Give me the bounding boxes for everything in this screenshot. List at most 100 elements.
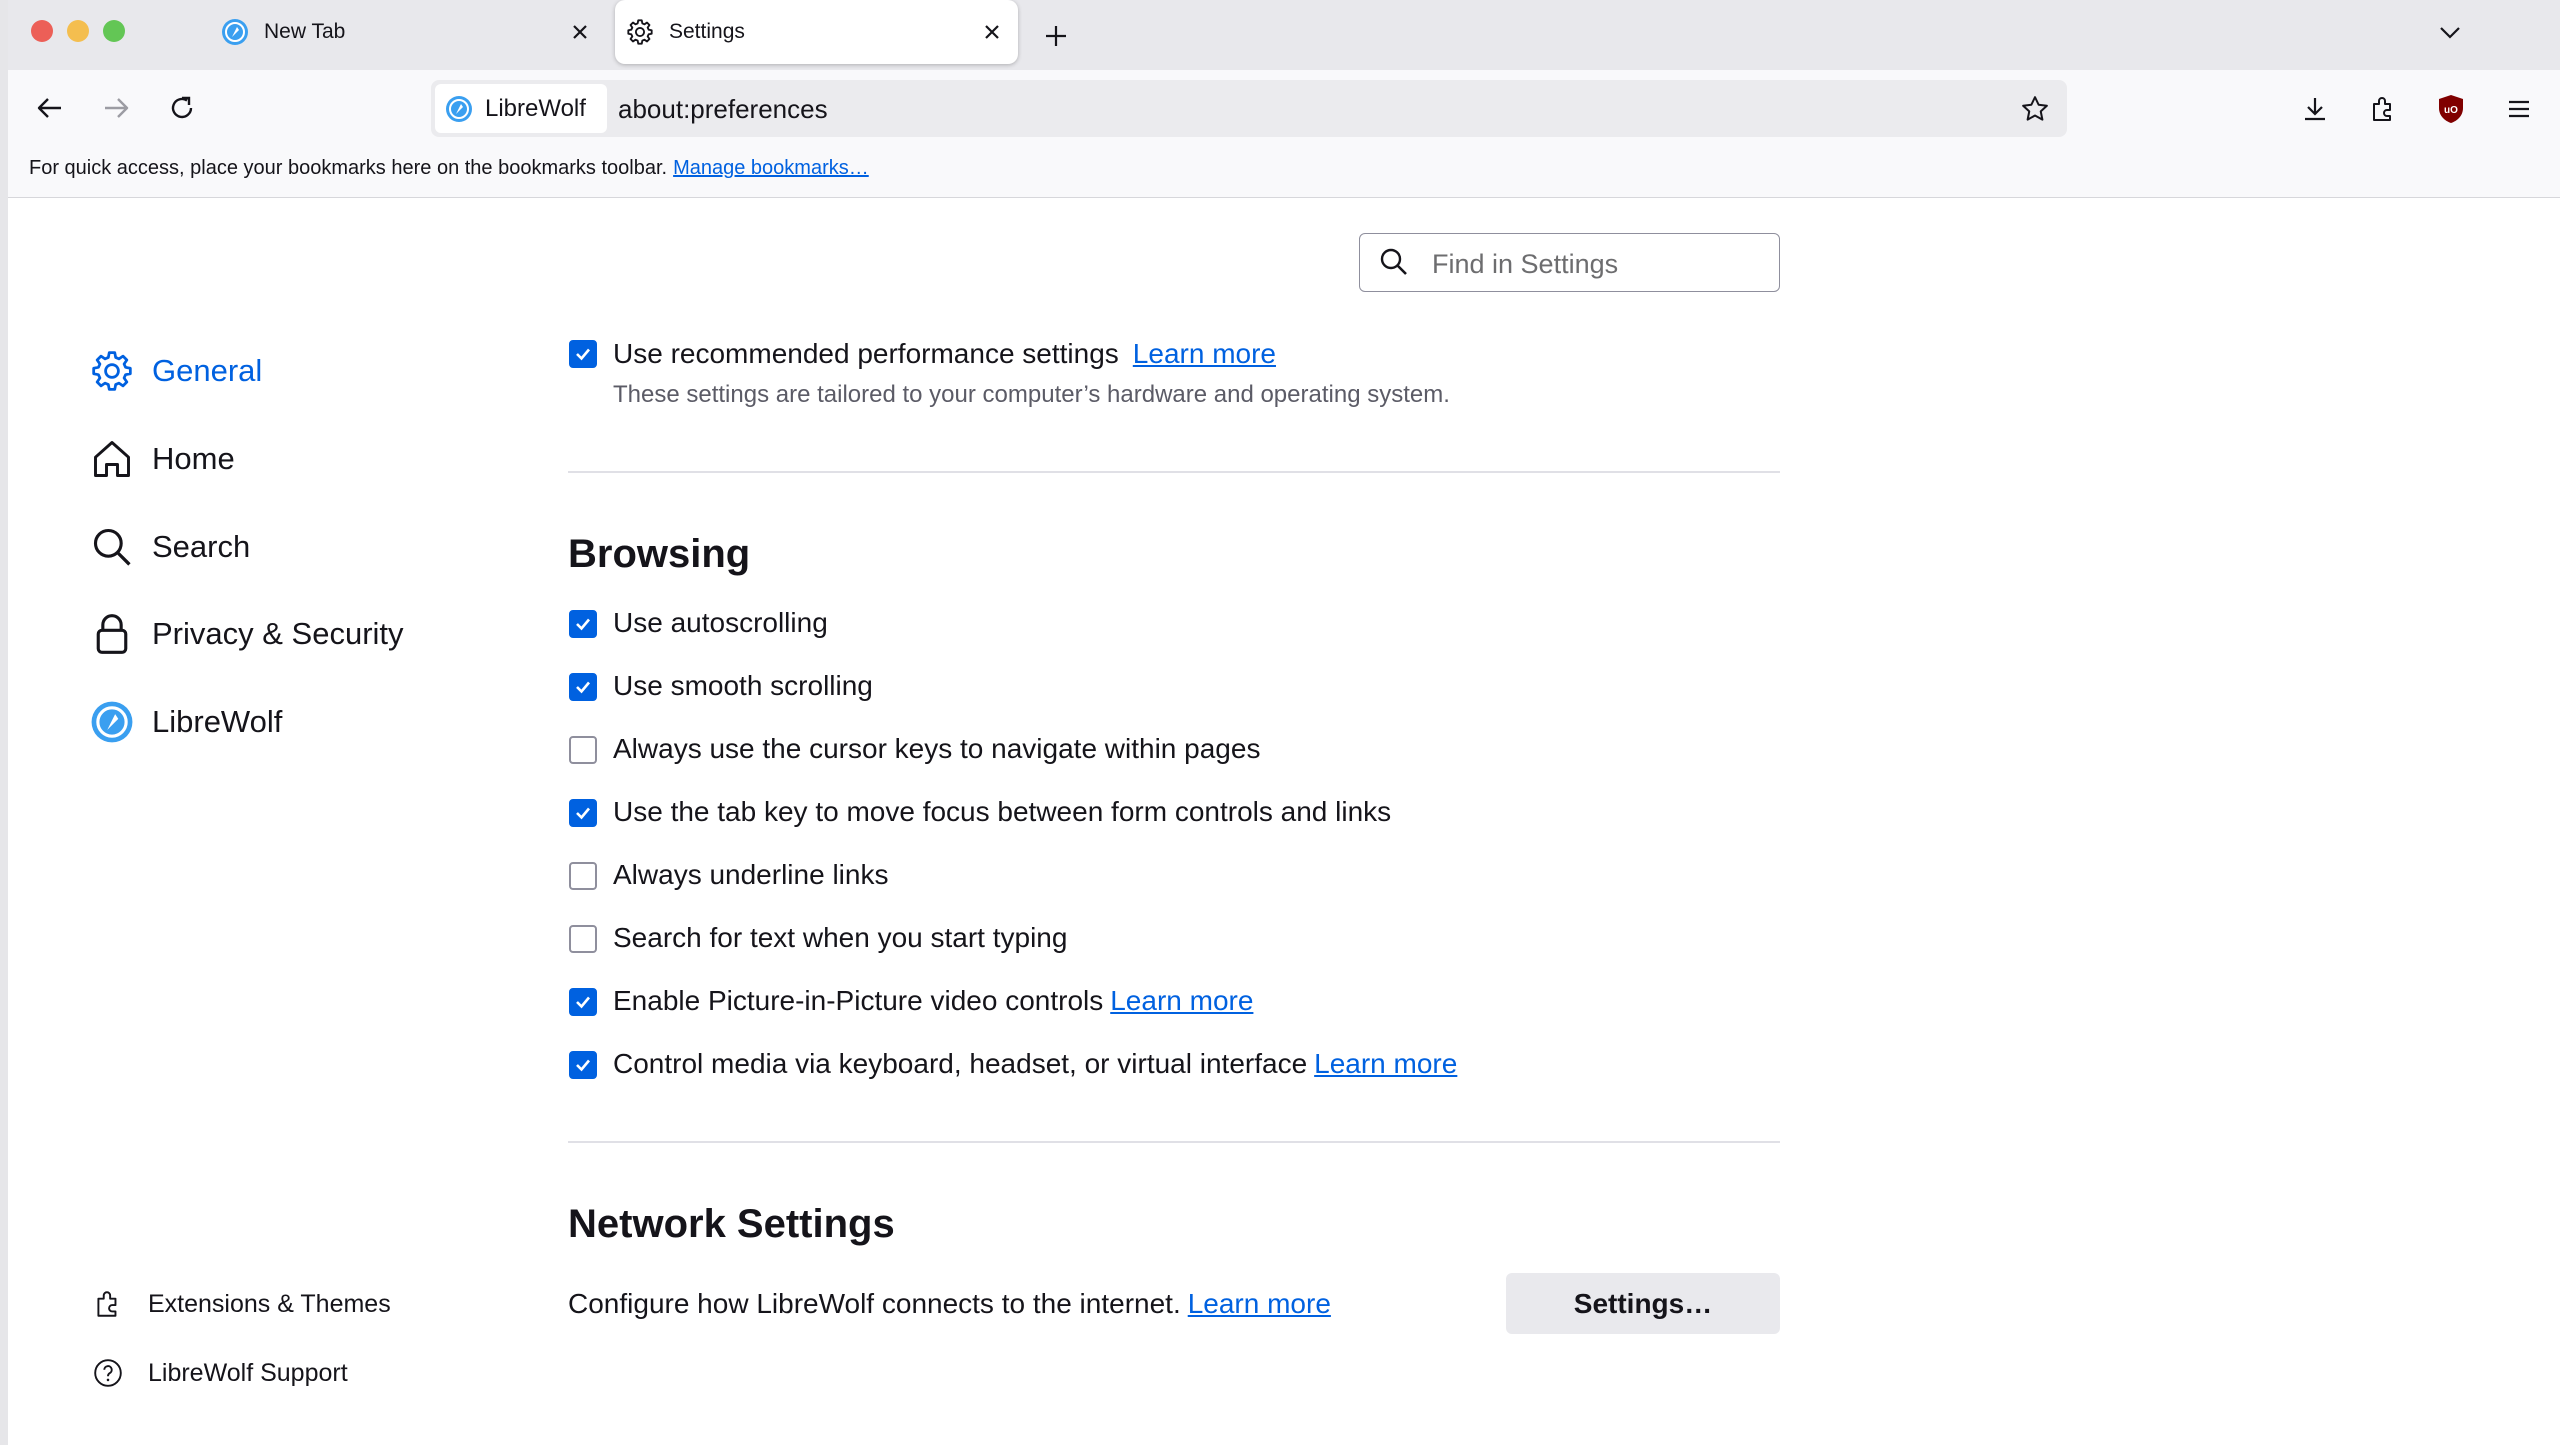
- identity-box[interactable]: LibreWolf: [435, 84, 607, 133]
- checkmark-icon: [576, 618, 590, 631]
- extensions-themes-link[interactable]: Extensions & Themes: [88, 1279, 391, 1329]
- option-label[interactable]: Always underline links: [613, 859, 888, 890]
- option-checkbox[interactable]: [569, 1051, 597, 1079]
- option-label: Use recommended performance settings: [613, 338, 1119, 369]
- option-label[interactable]: Use autoscrolling: [613, 607, 828, 638]
- footer-label: Extensions & Themes: [148, 1289, 391, 1318]
- learn-more-link[interactable]: Learn more: [1110, 985, 1253, 1016]
- checkmark-icon: [576, 681, 590, 694]
- category-privacy-security[interactable]: Privacy & Security: [88, 604, 404, 664]
- gear-icon: [625, 17, 655, 47]
- option-label[interactable]: Search for text when you start typing: [613, 922, 1067, 953]
- footer-label: LibreWolf Support: [148, 1358, 348, 1387]
- chevron-down-icon: [2440, 27, 2460, 39]
- option-checkbox[interactable]: [569, 799, 597, 827]
- category-label: Privacy & Security: [152, 616, 404, 651]
- librewolf-icon: [88, 698, 136, 746]
- option-label[interactable]: Use the tab key to move focus between fo…: [613, 796, 1391, 827]
- scroll-clip: [540, 305, 1800, 335]
- bookmark-star-button[interactable]: [2014, 88, 2056, 130]
- browsing-option: Control media via keyboard, headset, or …: [613, 1048, 1457, 1080]
- url-text[interactable]: about:preferences: [618, 94, 828, 125]
- window-border: [0, 0, 8, 1445]
- browsing-option: Search for text when you start typing: [613, 922, 1067, 954]
- checkmark-icon: [576, 996, 590, 1009]
- hamburger-menu-icon: [2509, 100, 2529, 118]
- librewolf-icon: [445, 95, 473, 123]
- reload-button[interactable]: [156, 82, 208, 134]
- learn-more-link[interactable]: Learn more: [1188, 1288, 1331, 1319]
- librewolf-icon: [220, 17, 250, 47]
- svg-text:uO: uO: [2444, 105, 2458, 116]
- downloads-button[interactable]: [2290, 84, 2340, 134]
- category-home[interactable]: Home: [88, 429, 235, 489]
- close-icon[interactable]: [564, 16, 596, 48]
- tab-new-tab[interactable]: New Tab: [210, 0, 606, 64]
- star-icon: [2022, 96, 2048, 121]
- app-menu-button[interactable]: [2494, 84, 2544, 134]
- option-checkbox[interactable]: [569, 862, 597, 890]
- bookmarks-toolbar-text: For quick access, place your bookmarks h…: [29, 157, 668, 179]
- option-checkbox[interactable]: [569, 673, 597, 701]
- tab-title: New Tab: [264, 20, 346, 43]
- tab-settings[interactable]: Settings: [615, 0, 1018, 64]
- back-button[interactable]: [24, 82, 76, 134]
- category-general[interactable]: General: [88, 341, 262, 401]
- help-icon: [88, 1353, 128, 1393]
- learn-more-link[interactable]: Learn more: [1314, 1048, 1457, 1079]
- identity-label: LibreWolf: [485, 94, 586, 122]
- close-icon[interactable]: [976, 16, 1008, 48]
- performance-option: Use recommended performance settings Lear…: [613, 338, 1276, 370]
- manage-bookmarks-link[interactable]: Manage bookmarks…: [673, 157, 869, 179]
- performance-checkbox[interactable]: [569, 340, 597, 368]
- search-icon: [88, 523, 136, 571]
- arrow-right-icon: [105, 98, 129, 118]
- category-label: Search: [152, 529, 251, 564]
- network-description-text: Configure how LibreWolf connects to the …: [568, 1288, 1181, 1319]
- section-divider: [568, 1141, 1780, 1143]
- section-divider: [568, 471, 1780, 473]
- checkmark-icon: [576, 348, 590, 361]
- category-search[interactable]: Search: [88, 517, 250, 577]
- home-icon: [88, 435, 136, 483]
- option-label[interactable]: Enable Picture-in-Picture video controls: [613, 985, 1103, 1016]
- plus-icon: [1046, 26, 1066, 46]
- option-label[interactable]: Control media via keyboard, headset, or …: [613, 1048, 1307, 1079]
- puzzle-icon: [88, 1284, 128, 1324]
- reload-icon: [171, 96, 193, 119]
- option-checkbox[interactable]: [569, 610, 597, 638]
- search-icon: [1378, 246, 1410, 278]
- window-minimize-button[interactable]: [67, 20, 89, 42]
- window-maximize-button[interactable]: [103, 20, 125, 42]
- arrow-left-icon: [37, 98, 61, 118]
- network-settings-description: Configure how LibreWolf connects to the …: [568, 1288, 1331, 1320]
- category-label: Home: [152, 441, 235, 476]
- window-close-button[interactable]: [31, 20, 53, 42]
- browsing-heading: Browsing: [568, 532, 751, 576]
- browsing-option: Use autoscrolling: [613, 607, 828, 639]
- browsing-option: Use smooth scrolling: [613, 670, 873, 702]
- option-checkbox[interactable]: [569, 925, 597, 953]
- category-label: LibreWolf: [152, 704, 283, 739]
- gear-icon: [88, 347, 136, 395]
- tab-title: Settings: [669, 20, 745, 43]
- search-input[interactable]: [1432, 248, 1762, 280]
- new-tab-button[interactable]: [1036, 16, 1076, 56]
- option-checkbox[interactable]: [569, 736, 597, 764]
- browsing-option: Use the tab key to move focus between fo…: [613, 796, 1391, 828]
- librewolf-support-link[interactable]: LibreWolf Support: [88, 1348, 348, 1398]
- learn-more-link[interactable]: Learn more: [1133, 338, 1276, 369]
- category-label: General: [152, 353, 263, 388]
- option-checkbox[interactable]: [569, 988, 597, 1016]
- option-label[interactable]: Use smooth scrolling: [613, 670, 873, 701]
- ublock-origin-button[interactable]: uO: [2426, 84, 2476, 134]
- list-all-tabs-button[interactable]: [2430, 12, 2470, 52]
- checkmark-icon: [576, 1059, 590, 1072]
- checkmark-icon: [576, 807, 590, 820]
- extensions-button[interactable]: [2358, 84, 2408, 134]
- network-settings-button[interactable]: Settings…: [1506, 1273, 1780, 1334]
- option-label[interactable]: Always use the cursor keys to navigate w…: [613, 733, 1260, 764]
- forward-button[interactable]: [90, 82, 142, 134]
- category-librewolf[interactable]: LibreWolf: [88, 692, 282, 752]
- performance-description: These settings are tailored to your comp…: [613, 381, 1450, 408]
